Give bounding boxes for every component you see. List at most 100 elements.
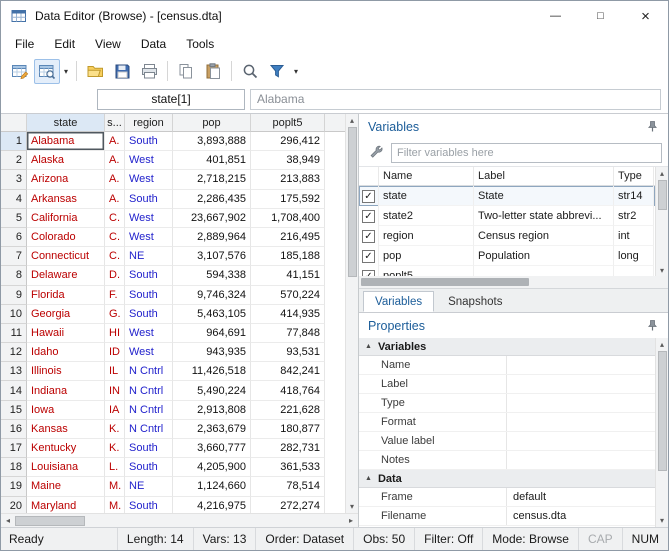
cell[interactable]: N Cntrl: [125, 401, 173, 420]
cell[interactable]: 414,935: [251, 305, 325, 324]
scroll-down-arrow-icon[interactable]: ▾: [656, 264, 668, 276]
cell[interactable]: Louisiana: [27, 458, 105, 477]
scroll-left-arrow-icon[interactable]: ◂: [1, 514, 15, 527]
cell[interactable]: 213,883: [251, 170, 325, 189]
cell[interactable]: South: [125, 439, 173, 458]
properties-vertical-scrollbar[interactable]: ▴ ▾: [655, 338, 668, 527]
cell[interactable]: 23,667,902: [173, 209, 251, 228]
variable-row[interactable]: ✓state2Two-letter state abbrevi...str2: [359, 206, 655, 226]
maximize-button[interactable]: □: [578, 1, 623, 31]
cell[interactable]: 1,708,400: [251, 209, 325, 228]
cell[interactable]: Delaware: [27, 266, 105, 285]
scroll-up-arrow-icon[interactable]: ▴: [656, 167, 668, 180]
print-icon[interactable]: [136, 59, 162, 84]
cell[interactable]: 418,764: [251, 381, 325, 400]
row-number[interactable]: 4: [1, 190, 27, 209]
tab-snapshots[interactable]: Snapshots: [436, 291, 514, 312]
cell[interactable]: 1,124,660: [173, 477, 251, 496]
cell[interactable]: 221,628: [251, 401, 325, 420]
cell[interactable]: IN: [105, 381, 125, 400]
filter-icon[interactable]: [264, 59, 290, 84]
scroll-down-arrow-icon[interactable]: ▾: [346, 500, 358, 513]
row-number[interactable]: 16: [1, 420, 27, 439]
variable-checkbox[interactable]: ✓: [359, 186, 379, 206]
cell[interactable]: IA: [105, 401, 125, 420]
cell[interactable]: South: [125, 497, 173, 513]
cell[interactable]: 2,286,435: [173, 190, 251, 209]
cell[interactable]: Kansas: [27, 420, 105, 439]
cell[interactable]: 5,490,224: [173, 381, 251, 400]
grid-col-header-poplt5[interactable]: poplt5: [251, 114, 325, 132]
cell[interactable]: Florida: [27, 286, 105, 305]
cell[interactable]: 401,851: [173, 151, 251, 170]
grid-col-header-s[interactable]: s...: [105, 114, 125, 132]
variable-row[interactable]: ✓regionCensus regionint: [359, 226, 655, 246]
cell[interactable]: Colorado: [27, 228, 105, 247]
cell[interactable]: N Cntrl: [125, 362, 173, 381]
row-number[interactable]: 9: [1, 286, 27, 305]
cell[interactable]: NE: [125, 477, 173, 496]
cell[interactable]: M.: [105, 477, 125, 496]
row-number[interactable]: 12: [1, 343, 27, 362]
cell[interactable]: Georgia: [27, 305, 105, 324]
cell[interactable]: 282,731: [251, 439, 325, 458]
cell[interactable]: California: [27, 209, 105, 228]
row-number[interactable]: 8: [1, 266, 27, 285]
property-row[interactable]: Notes: [359, 451, 655, 470]
cell[interactable]: C.: [105, 209, 125, 228]
props-section-header[interactable]: ▲Variables: [359, 338, 655, 356]
scrollbar-thumb[interactable]: [15, 516, 85, 526]
row-number[interactable]: 19: [1, 477, 27, 496]
cell[interactable]: 9,746,324: [173, 286, 251, 305]
scrollbar-thumb[interactable]: [658, 351, 667, 471]
cell-reference-box[interactable]: state[1]: [97, 89, 245, 110]
variable-row[interactable]: ✓poplt5: [359, 266, 655, 276]
cell[interactable]: West: [125, 209, 173, 228]
cell[interactable]: Arkansas: [27, 190, 105, 209]
row-number[interactable]: 5: [1, 209, 27, 228]
cell-value-box[interactable]: Alabama: [250, 89, 661, 110]
cell[interactable]: West: [125, 170, 173, 189]
property-row[interactable]: Name: [359, 356, 655, 375]
cell[interactable]: 4,205,900: [173, 458, 251, 477]
cell[interactable]: 3,893,888: [173, 132, 251, 151]
open-icon[interactable]: [82, 59, 108, 84]
data-editor-browse-icon[interactable]: [34, 59, 60, 84]
cell[interactable]: 216,495: [251, 228, 325, 247]
cell[interactable]: A.: [105, 132, 125, 151]
scrollbar-thumb[interactable]: [658, 180, 667, 210]
cell[interactable]: NE: [125, 247, 173, 266]
row-number[interactable]: 2: [1, 151, 27, 170]
menu-data[interactable]: Data: [131, 34, 176, 54]
cell[interactable]: N Cntrl: [125, 381, 173, 400]
cell[interactable]: K.: [105, 420, 125, 439]
cell[interactable]: Maryland: [27, 497, 105, 513]
menu-file[interactable]: File: [5, 34, 44, 54]
cell[interactable]: 2,913,808: [173, 401, 251, 420]
row-number[interactable]: 11: [1, 324, 27, 343]
cell[interactable]: G.: [105, 305, 125, 324]
cell[interactable]: Idaho: [27, 343, 105, 362]
pin-icon[interactable]: [646, 120, 659, 133]
cell[interactable]: South: [125, 305, 173, 324]
cell[interactable]: ID: [105, 343, 125, 362]
cell[interactable]: 842,241: [251, 362, 325, 381]
cell[interactable]: South: [125, 190, 173, 209]
cell[interactable]: HI: [105, 324, 125, 343]
grid-col-header-pop[interactable]: pop: [173, 114, 251, 132]
cell[interactable]: South: [125, 458, 173, 477]
minimize-button[interactable]: —: [533, 1, 578, 31]
cell[interactable]: West: [125, 324, 173, 343]
scroll-up-arrow-icon[interactable]: ▴: [656, 338, 668, 351]
cell[interactable]: Hawaii: [27, 324, 105, 343]
title-bar[interactable]: Data Editor (Browse) - [census.dta] — □ …: [1, 1, 668, 31]
row-number[interactable]: 1: [1, 132, 27, 151]
pin-icon[interactable]: [646, 319, 659, 332]
cell[interactable]: F.: [105, 286, 125, 305]
props-section-header[interactable]: ▲Data: [359, 470, 655, 488]
cell[interactable]: 5,463,105: [173, 305, 251, 324]
row-number[interactable]: 17: [1, 439, 27, 458]
row-number[interactable]: 18: [1, 458, 27, 477]
cell[interactable]: 361,533: [251, 458, 325, 477]
cell[interactable]: 570,224: [251, 286, 325, 305]
